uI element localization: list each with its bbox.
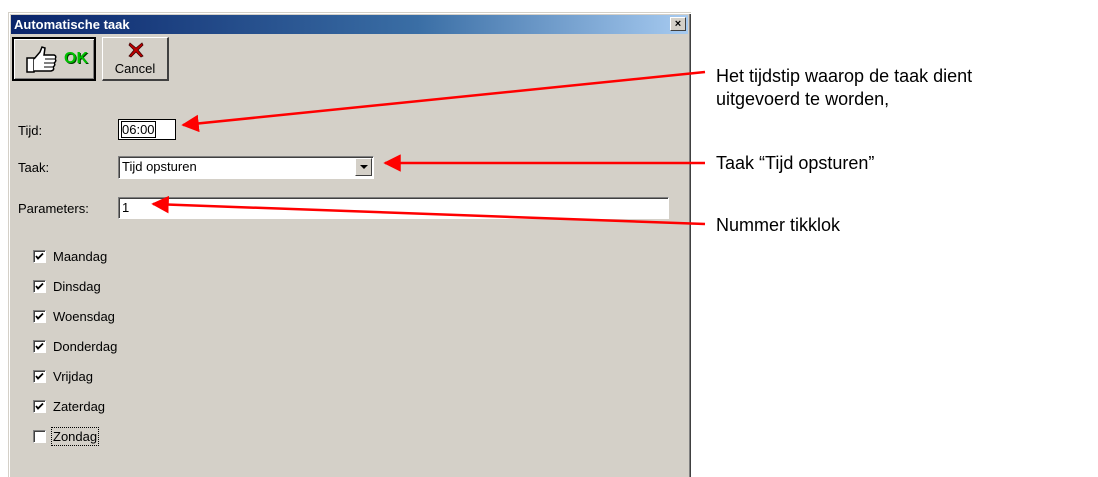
- annotation-parameters: Nummer tikklok: [716, 215, 841, 235]
- annotation-tijd-line2: uitgevoerd te worden,: [716, 89, 890, 109]
- annotation-tijd-line1: Het tijdstip waarop de taak dient: [716, 66, 973, 86]
- annotation-taak: Taak “Tijd opsturen”: [716, 153, 875, 173]
- annotation-tijd: Het tijdstip waarop de taak dient uitgev…: [716, 65, 972, 111]
- arrow-tijd: [181, 70, 706, 133]
- arrow-parameters: [151, 195, 706, 226]
